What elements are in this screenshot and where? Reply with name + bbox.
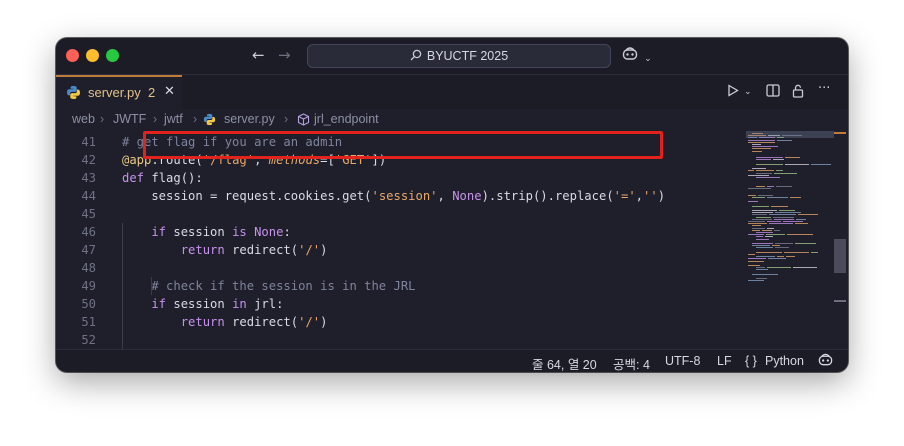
tab-bar: server.py 2 ✕ ⌄ ··· (56, 75, 848, 110)
code-line[interactable]: 52 (56, 331, 736, 349)
minimize-window-button[interactable] (86, 49, 99, 62)
run-icon[interactable] (727, 84, 739, 101)
language-mode[interactable]: Python (765, 354, 804, 368)
more-actions-icon[interactable]: ··· (818, 81, 830, 96)
scrollbar-marker (834, 132, 846, 134)
line-number: 41 (81, 135, 96, 149)
close-icon[interactable]: ✕ (164, 84, 175, 99)
code-text: return redirect('/') (122, 243, 328, 257)
editor-window: ← → BYUCTF 2025 ⌄ server.py 2 ✕ ⌄ ··· we… (56, 38, 848, 372)
breadcrumb-item[interactable]: jrl_endpoint (314, 112, 379, 126)
line-number: 44 (81, 189, 96, 203)
unlock-icon[interactable] (792, 84, 804, 102)
code-line[interactable]: 43 def flag(): (56, 169, 736, 187)
arrow-right-icon[interactable]: → (278, 46, 291, 64)
breadcrumb-item[interactable]: web (72, 112, 95, 126)
copilot-status-icon[interactable] (818, 353, 833, 370)
code-text: if session in jrl: (122, 297, 284, 311)
search-label: BYUCTF 2025 (426, 49, 509, 63)
line-number: 52 (81, 333, 96, 347)
code-text: # check if the session is in the JRL (122, 279, 416, 293)
line-number: 51 (81, 315, 96, 329)
status-bar: 줄 64, 열 20 공백: 4 UTF-8 LF { } Python (56, 349, 848, 372)
python-file-icon (66, 85, 81, 104)
minimap[interactable] (746, 131, 836, 349)
title-bar: ← → BYUCTF 2025 ⌄ (56, 38, 848, 75)
code-line[interactable]: 51 return redirect('/') (56, 313, 736, 331)
encoding-setting[interactable]: UTF-8 (665, 354, 700, 368)
code-text: if session is None: (122, 225, 291, 239)
indentation-setting[interactable]: 공백: 4 (613, 354, 650, 372)
function-symbol-icon (297, 113, 310, 129)
maximize-window-button[interactable] (106, 49, 119, 62)
line-number: 48 (81, 261, 96, 275)
code-line[interactable]: 50 if session in jrl: (56, 295, 736, 313)
arrow-left-icon[interactable]: ← (252, 46, 265, 64)
code-line[interactable]: 44 session = request.cookies.get('sessio… (56, 187, 736, 205)
scrollbar-thumb[interactable] (834, 239, 846, 273)
run-dropdown-chevron-icon[interactable]: ⌄ (744, 87, 752, 97)
line-number: 49 (81, 279, 96, 293)
line-number: 45 (81, 207, 96, 221)
chevron-right-icon: › (100, 112, 105, 126)
scrollbar-marker (834, 300, 846, 302)
line-number: 47 (81, 243, 96, 257)
tab-label: server.py (88, 85, 141, 100)
line-number: 46 (81, 225, 96, 239)
indent-guide (122, 223, 123, 349)
problem-count-badge: 2 (148, 85, 156, 100)
cursor-position[interactable]: 줄 64, 열 20 (532, 354, 597, 372)
chevron-down-icon: ⌄ (644, 54, 652, 64)
line-ending-setting[interactable]: LF (717, 354, 732, 368)
breadcrumb-item[interactable]: jwtf (164, 112, 183, 126)
code-line[interactable]: 45 (56, 205, 736, 223)
code-text: return redirect('/') (122, 315, 328, 329)
copilot-icon[interactable]: ⌄ (622, 47, 652, 65)
line-number: 43 (81, 171, 96, 185)
split-editor-icon[interactable] (766, 84, 780, 101)
code-editor[interactable]: 41 # get flag if you are an admin 42 @app.r… (56, 131, 848, 349)
minimap-slider[interactable] (746, 131, 834, 138)
close-window-button[interactable] (66, 49, 79, 62)
breadcrumb-item[interactable]: server.py (224, 112, 275, 126)
code-line[interactable]: 49 # check if the session is in the JRL (56, 277, 736, 295)
tab-server-py[interactable]: server.py 2 ✕ (56, 75, 182, 109)
braces-icon: { } (745, 354, 757, 368)
code-line[interactable]: 46 if session is None: (56, 223, 736, 241)
highlight-annotation-box (143, 131, 663, 159)
line-number: 50 (81, 297, 96, 311)
code-text: session = request.cookies.get('session',… (122, 189, 666, 203)
breadcrumb: web › JWTF › jwtf › server.py › jrl_endp… (56, 109, 848, 131)
chevron-right-icon: › (193, 112, 198, 126)
code-line[interactable]: 48 (56, 259, 736, 277)
indent-guide (151, 277, 152, 295)
search-icon (410, 49, 422, 64)
chevron-right-icon: › (284, 112, 289, 126)
code-text: def flag(): (122, 171, 203, 185)
chevron-right-icon: › (153, 112, 158, 126)
breadcrumb-item[interactable]: JWTF (113, 112, 146, 126)
command-center-search[interactable]: BYUCTF 2025 (307, 44, 611, 68)
python-file-icon (203, 113, 216, 129)
line-number: 42 (81, 153, 96, 167)
code-line[interactable]: 47 return redirect('/') (56, 241, 736, 259)
